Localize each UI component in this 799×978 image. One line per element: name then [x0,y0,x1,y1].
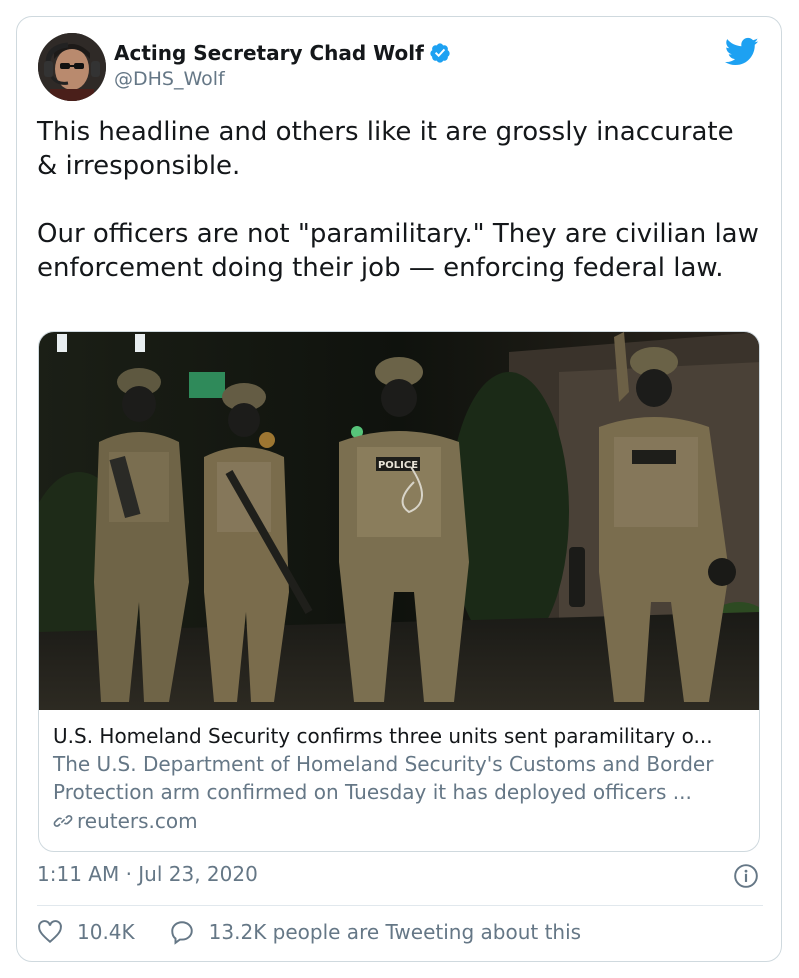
author-handle[interactable]: @DHS_Wolf [114,68,225,90]
link-preview-card[interactable]: POLICE U.S. Homeland Security confirms t… [38,331,760,852]
link-description-line-2: Protection arm confirmed on Tuesday it h… [53,780,692,804]
info-icon[interactable] [733,863,759,889]
link-chain-icon [53,815,73,827]
like-count: 10.4K [77,920,135,944]
author-avatar[interactable] [38,33,106,101]
speech-bubble-icon[interactable] [169,919,195,945]
twitter-bird-icon[interactable] [725,37,759,67]
tweet-timestamp[interactable]: 1:11 AM · Jul 23, 2020 [37,862,258,886]
avatar-image [38,33,106,101]
tweeting-about-text: 13.2K people are Tweeting about this [208,920,582,944]
tweet-card: Acting Secretary Chad Wolf @DHS_Wolf Thi… [16,16,782,962]
link-domain-row[interactable]: reuters.com [53,806,753,836]
conversation-action[interactable]: 13.2K people are Tweeting about this [169,919,581,945]
link-preview-image: POLICE [39,332,759,710]
link-title[interactable]: U.S. Homeland Security confirms three un… [53,722,753,750]
heart-icon[interactable] [37,919,63,945]
author-name[interactable]: Acting Secretary Chad Wolf [114,41,424,65]
link-domain[interactable]: reuters.com [77,806,198,836]
verified-badge-icon [430,43,450,63]
like-action[interactable]: 10.4K [37,919,169,945]
tweet-text: This headline and others like it are gro… [37,117,759,283]
link-description: The U.S. Department of Homeland Security… [53,750,753,806]
link-description-line-1: The U.S. Department of Homeland Security… [53,752,714,776]
divider [37,905,763,906]
tweet-actions: 10.4K 13.2K people are Tweeting about th… [37,919,581,945]
